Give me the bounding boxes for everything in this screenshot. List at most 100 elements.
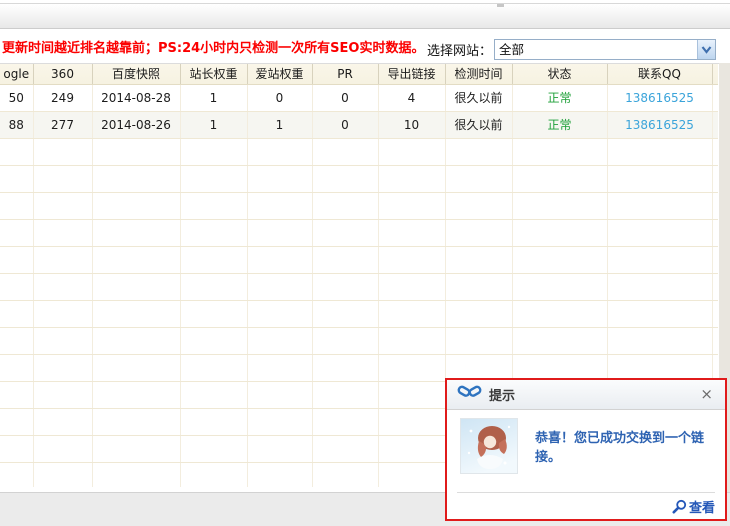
empty-cell	[0, 408, 33, 435]
empty-cell	[33, 219, 92, 246]
empty-cell	[0, 462, 33, 487]
cell-edge	[712, 111, 718, 138]
empty-cell	[607, 354, 712, 381]
col-contact-qq: 联系QQ	[607, 64, 712, 84]
notification-popup: 提示 × 恭喜！您已成功交换到一个链接。	[445, 378, 727, 521]
empty-cell	[33, 435, 92, 462]
empty-cell	[92, 165, 180, 192]
empty-cell	[180, 300, 247, 327]
empty-cell	[445, 327, 512, 354]
empty-cell	[0, 219, 33, 246]
empty-cell	[312, 327, 378, 354]
site-select[interactable]: 全部	[494, 39, 716, 60]
empty-cell	[607, 219, 712, 246]
empty-cell	[92, 300, 180, 327]
cell-status: 正常	[512, 111, 607, 138]
cell-check-time: 很久以前	[445, 84, 512, 111]
empty-cell	[312, 408, 378, 435]
empty-cell	[378, 192, 445, 219]
col-edge	[712, 64, 718, 84]
cell-pr: 0	[312, 84, 378, 111]
empty-cell	[180, 273, 247, 300]
empty-cell	[712, 219, 718, 246]
empty-cell	[378, 138, 445, 165]
empty-cell	[247, 462, 312, 487]
empty-cell	[180, 138, 247, 165]
empty-cell	[0, 435, 33, 462]
site-filter-label: 选择网站：	[427, 40, 492, 59]
close-icon[interactable]: ×	[698, 387, 715, 402]
empty-cell	[33, 300, 92, 327]
cell-360: 277	[33, 111, 92, 138]
empty-cell	[0, 138, 33, 165]
col-google: ogle	[0, 64, 33, 84]
empty-cell	[33, 408, 92, 435]
empty-cell	[378, 300, 445, 327]
empty-cell	[445, 138, 512, 165]
empty-cell	[312, 354, 378, 381]
popup-title: 提示	[489, 385, 515, 404]
empty-cell	[445, 219, 512, 246]
empty-cell	[445, 192, 512, 219]
empty-cell	[92, 381, 180, 408]
empty-cell	[0, 300, 33, 327]
empty-cell	[312, 435, 378, 462]
empty-cell	[33, 165, 92, 192]
empty-cell	[445, 273, 512, 300]
empty-cell	[512, 300, 607, 327]
cell-status: 正常	[512, 84, 607, 111]
empty-cell	[378, 165, 445, 192]
empty-cell	[33, 138, 92, 165]
empty-cell	[378, 327, 445, 354]
empty-cell	[33, 327, 92, 354]
empty-cell	[92, 408, 180, 435]
empty-cell	[180, 192, 247, 219]
empty-cell	[180, 327, 247, 354]
toolbar-strip	[0, 3, 730, 29]
empty-cell	[378, 408, 445, 435]
empty-cell	[607, 138, 712, 165]
empty-cell	[33, 273, 92, 300]
empty-cell	[312, 462, 378, 487]
empty-cell	[712, 138, 718, 165]
empty-row	[0, 192, 718, 219]
view-link-label: 查看	[689, 497, 715, 516]
chevron-down-icon[interactable]	[697, 40, 715, 59]
empty-cell	[512, 165, 607, 192]
empty-cell	[180, 381, 247, 408]
empty-cell	[247, 435, 312, 462]
cell-google: 88	[0, 111, 33, 138]
empty-cell	[92, 354, 180, 381]
view-link[interactable]: 查看	[672, 497, 715, 516]
col-zhanzhang-weight: 站长权重	[180, 64, 247, 84]
empty-cell	[312, 246, 378, 273]
empty-cell	[92, 138, 180, 165]
empty-cell	[312, 192, 378, 219]
empty-cell	[312, 138, 378, 165]
qq-link[interactable]: 138616525	[625, 118, 694, 132]
empty-cell	[247, 273, 312, 300]
col-export-links: 导出链接	[378, 64, 445, 84]
empty-cell	[247, 300, 312, 327]
empty-cell	[445, 354, 512, 381]
empty-cell	[512, 138, 607, 165]
col-pr: PR	[312, 64, 378, 84]
cell-aizhan-weight: 1	[247, 111, 312, 138]
cell-360: 249	[33, 84, 92, 111]
empty-cell	[0, 165, 33, 192]
empty-cell	[312, 219, 378, 246]
empty-row	[0, 300, 718, 327]
empty-cell	[247, 381, 312, 408]
popup-message: 恭喜！您已成功交换到一个链接。	[535, 427, 713, 465]
header-row: ogle360百度快照站长权重爱站权重PR导出链接检测时间状态联系QQ	[0, 64, 718, 84]
empty-cell	[0, 192, 33, 219]
empty-cell	[0, 354, 33, 381]
empty-cell	[712, 165, 718, 192]
empty-cell	[247, 192, 312, 219]
cell-pr: 0	[312, 111, 378, 138]
empty-cell	[378, 273, 445, 300]
qq-link[interactable]: 138616525	[625, 91, 694, 105]
cell-baidu-snapshot: 2014-08-26	[92, 111, 180, 138]
empty-cell	[33, 192, 92, 219]
empty-cell	[247, 354, 312, 381]
